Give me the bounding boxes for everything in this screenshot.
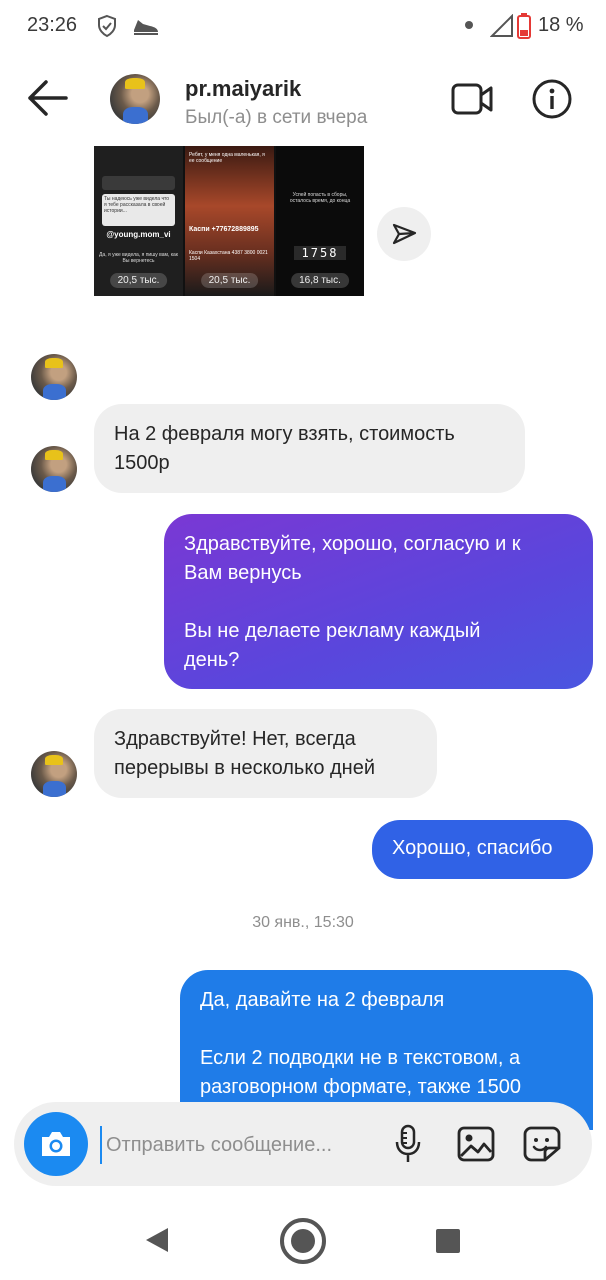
status-bar: 23:26 18 % <box>0 0 606 52</box>
nav-recents-icon[interactable] <box>434 1228 462 1254</box>
shared-post[interactable]: Ты надеюсь уже видела что я тебе рассказ… <box>94 146 364 296</box>
view-count: 20,5 тыс. <box>109 273 168 288</box>
camera-icon <box>42 1132 70 1156</box>
chat-username[interactable]: pr.maiyarik <box>185 76 301 102</box>
sender-avatar[interactable] <box>31 354 77 400</box>
camera-button[interactable] <box>24 1112 88 1176</box>
shield-icon <box>98 14 116 38</box>
message-outgoing[interactable]: Хорошо, спасибо <box>372 820 593 879</box>
chat-user-status: Был(-а) в сети вчера <box>185 107 368 128</box>
status-time: 23:26 <box>27 14 78 36</box>
system-nav-bar <box>0 1198 606 1280</box>
battery-icon <box>517 13 531 39</box>
sender-avatar[interactable] <box>31 446 77 492</box>
message-input[interactable] <box>100 1126 378 1164</box>
view-count: 20,5 тыс. <box>200 273 259 288</box>
send-icon <box>392 223 417 245</box>
sticker-button[interactable] <box>520 1122 564 1166</box>
header-avatar[interactable] <box>110 74 160 124</box>
message-outgoing[interactable]: Здравствуйте, хорошо, согласую и к Вам в… <box>164 514 593 689</box>
microphone-button[interactable] <box>386 1122 430 1166</box>
info-icon[interactable] <box>531 78 573 120</box>
gallery-button[interactable] <box>454 1122 498 1166</box>
signal-icon <box>490 14 513 37</box>
back-arrow-icon[interactable] <box>26 79 68 117</box>
video-call-icon[interactable] <box>450 80 494 118</box>
message-incoming[interactable]: На 2 февраля могу взять, стоимость 1500р <box>94 404 525 493</box>
view-count: 16,8 тыс. <box>291 273 349 288</box>
sender-avatar[interactable] <box>31 751 77 797</box>
chat-header <box>0 52 606 144</box>
share-post-button[interactable] <box>377 207 431 261</box>
sticker-icon <box>523 1126 561 1162</box>
battery-percent: 18 % <box>538 14 584 36</box>
post-thumb-2[interactable]: Ребят, у меня одна маленькая, я ее сообщ… <box>185 146 274 296</box>
message-incoming[interactable]: Здравствуйте! Нет, всегда перерывы в нес… <box>94 709 437 798</box>
message-composer <box>14 1102 592 1186</box>
gallery-icon <box>457 1126 495 1162</box>
nav-home-icon[interactable] <box>278 1216 328 1266</box>
post-thumb-1[interactable]: Ты надеюсь уже видела что я тебе рассказ… <box>94 146 183 296</box>
shoe-icon <box>134 20 158 35</box>
date-separator: 30 янв., 15:30 <box>252 914 354 931</box>
dot-icon <box>465 21 473 29</box>
microphone-icon <box>395 1124 421 1162</box>
nav-back-icon[interactable] <box>144 1226 170 1254</box>
post-thumb-3[interactable]: Успей попасть в сборы, осталось время, д… <box>276 146 364 296</box>
